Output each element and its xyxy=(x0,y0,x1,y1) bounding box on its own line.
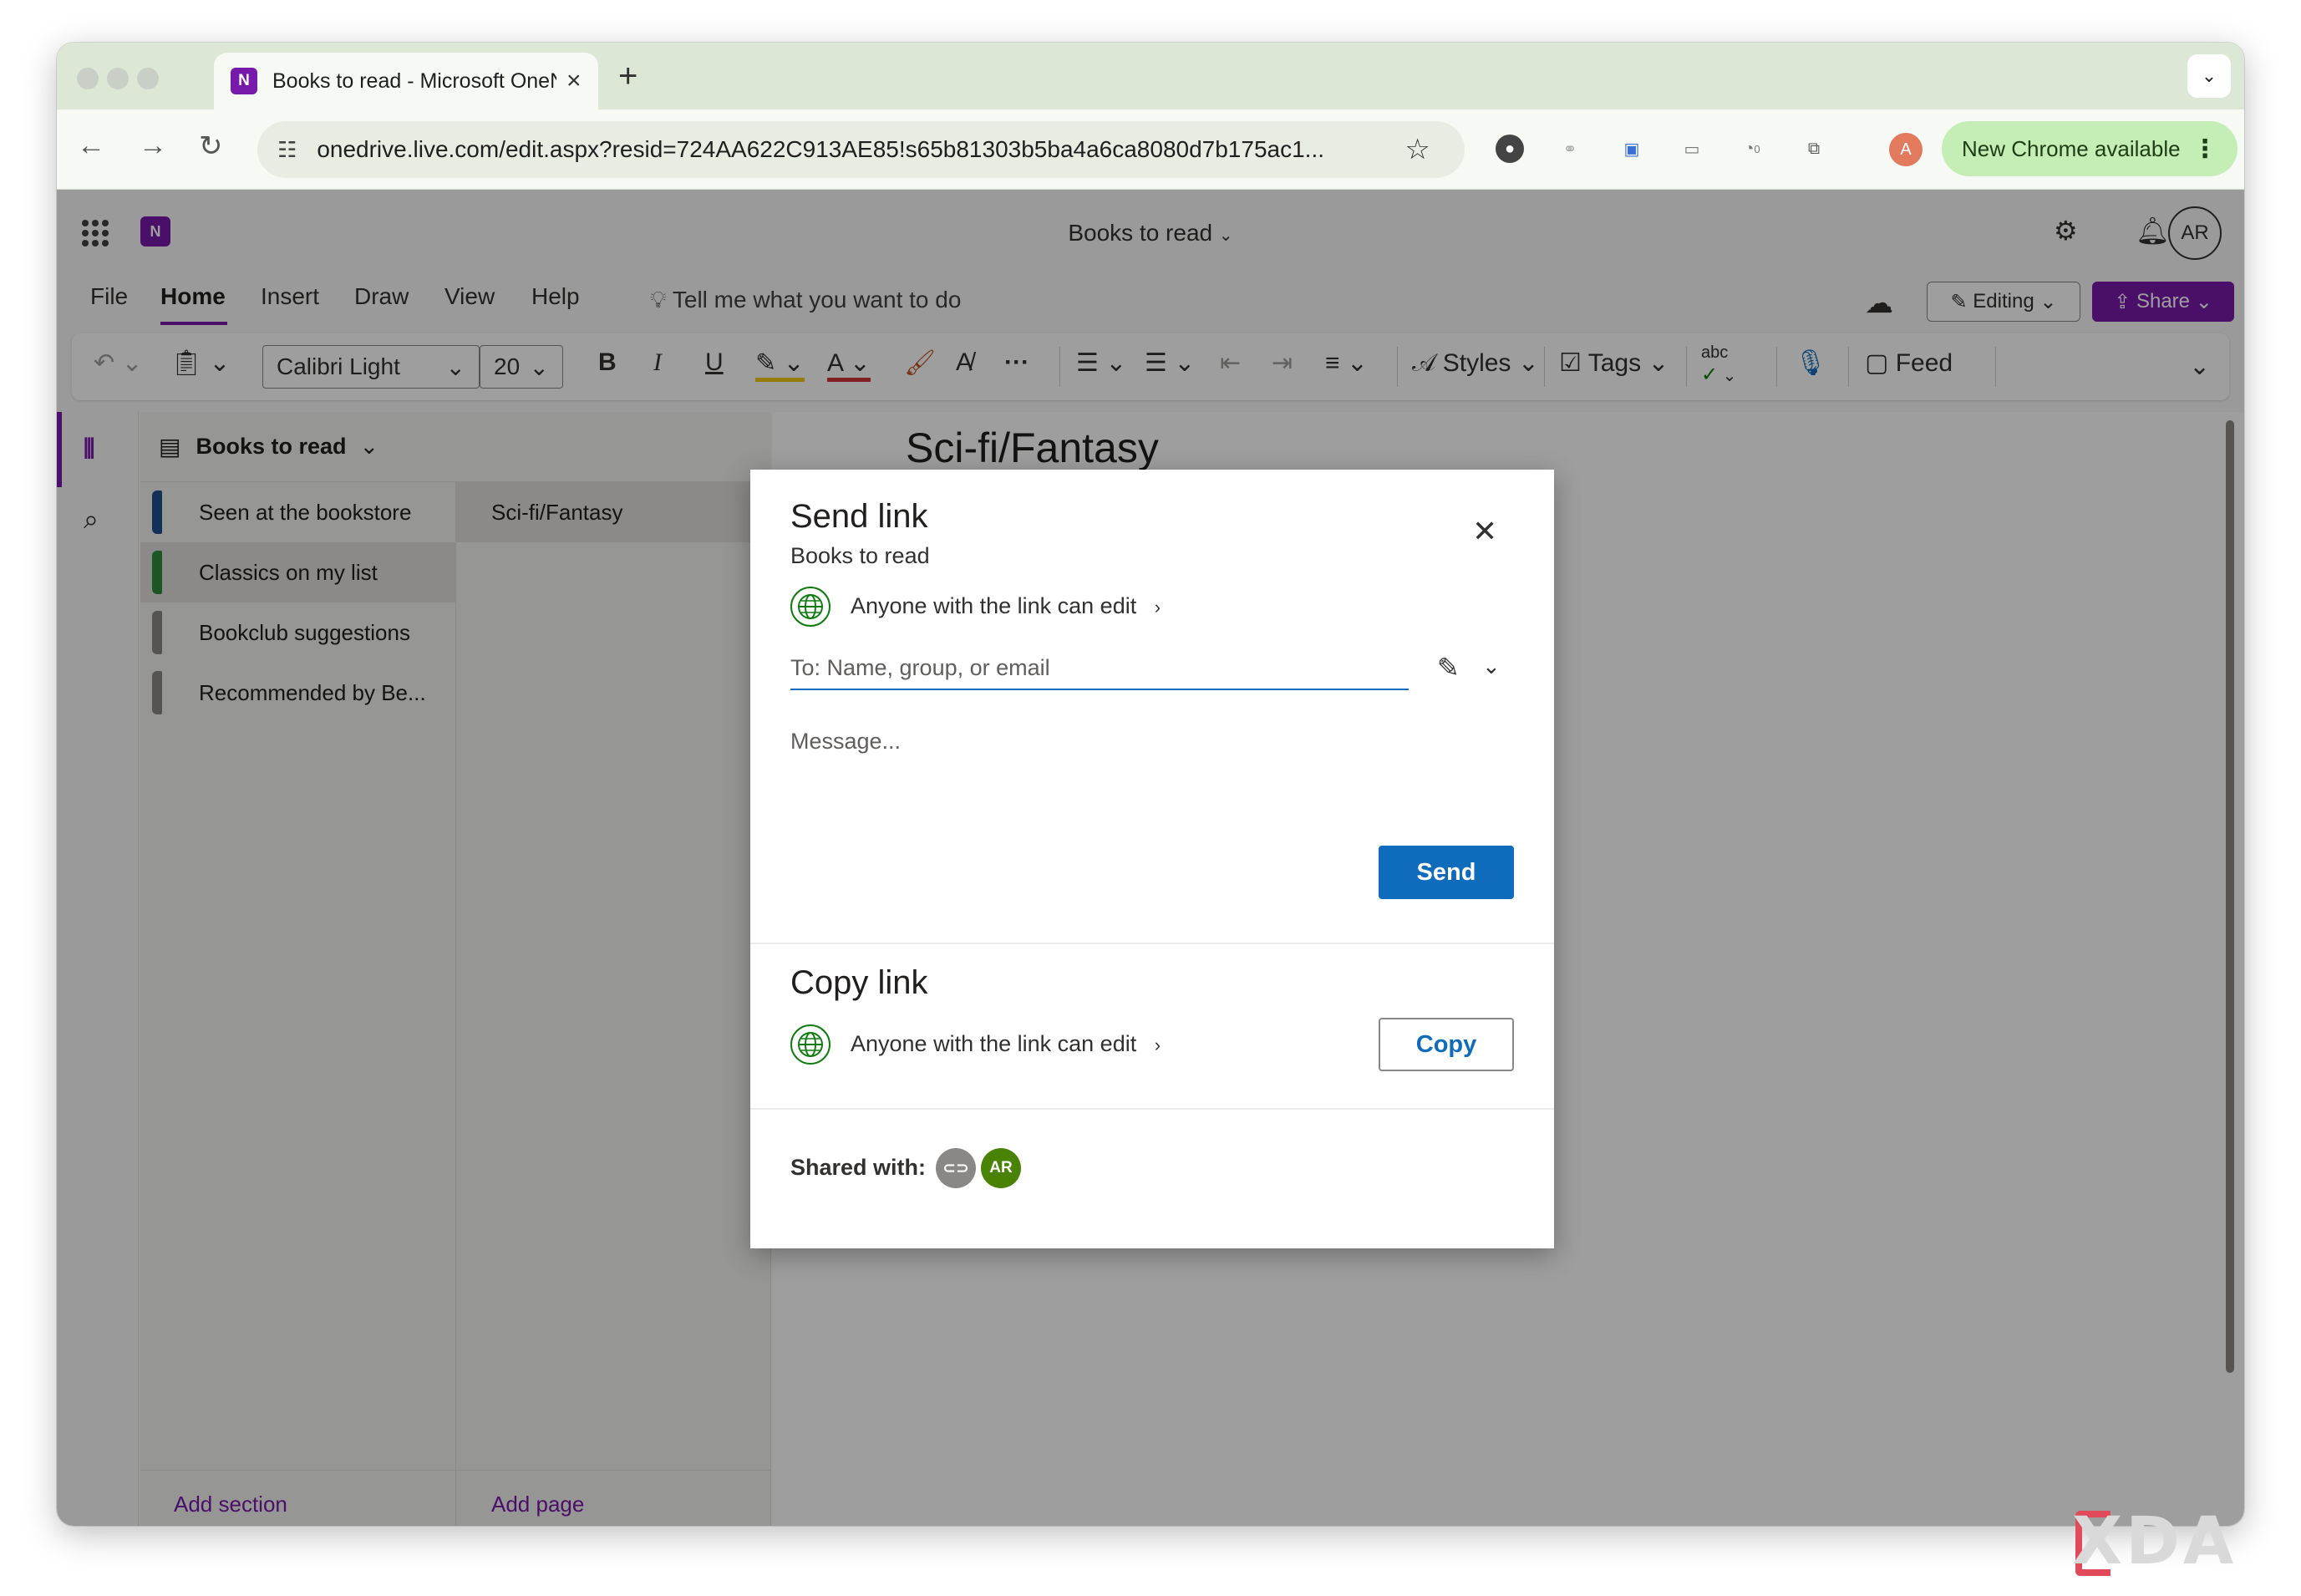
copy-button[interactable]: Copy xyxy=(1379,1018,1514,1071)
shared-user-avatar[interactable]: AR xyxy=(981,1148,1021,1188)
chevron-right-icon: › xyxy=(1154,597,1161,618)
dialog-divider xyxy=(750,943,1554,944)
copy-link-title: Copy link xyxy=(790,964,928,1001)
globe-icon xyxy=(790,587,830,627)
globe-icon xyxy=(790,1024,830,1065)
dialog-divider xyxy=(750,1108,1554,1110)
globe-svg xyxy=(798,1032,823,1057)
xda-watermark: XDA xyxy=(2072,1504,2238,1579)
chevron-right-icon: › xyxy=(1154,1034,1161,1055)
chevron-down-icon[interactable]: ⌄ xyxy=(1482,653,1501,679)
dialog-title: Send link xyxy=(790,498,928,535)
close-icon[interactable]: ✕ xyxy=(1472,516,1497,546)
globe-svg xyxy=(798,594,823,619)
modal-overlay: Send link Books to read ✕ Anyone with th… xyxy=(0,0,2301,1596)
copy-link-permission-setting[interactable]: Anyone with the link can edit › xyxy=(851,1031,1161,1057)
link-permission-setting[interactable]: Anyone with the link can edit › xyxy=(851,593,1161,619)
copy-permission-text: Anyone with the link can edit xyxy=(851,1031,1137,1056)
message-input[interactable]: Message... xyxy=(790,729,901,755)
send-link-dialog: Send link Books to read ✕ Anyone with th… xyxy=(750,470,1554,1248)
edit-permission-pencil-icon[interactable]: ✎ xyxy=(1437,652,1460,684)
dialog-subtitle: Books to read xyxy=(790,543,930,568)
recipient-input[interactable]: To: Name, group, or email xyxy=(790,647,1409,690)
link-avatar-icon[interactable]: ⊂⊃ xyxy=(936,1148,976,1188)
shared-with-label: Shared with: xyxy=(790,1155,927,1180)
send-button[interactable]: Send xyxy=(1379,846,1514,899)
link-permission-text: Anyone with the link can edit xyxy=(851,593,1137,618)
